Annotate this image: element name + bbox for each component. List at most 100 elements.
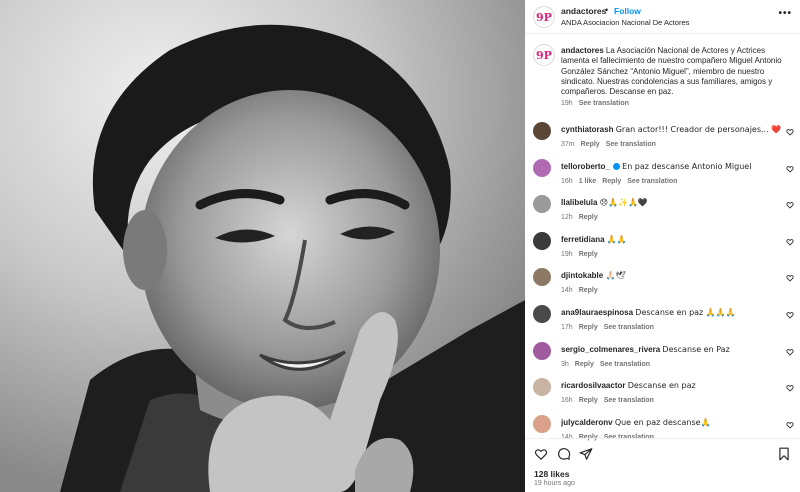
comment-username[interactable]: sergio_colmenares_rivera	[561, 345, 660, 354]
comment-text: Descanse en paz 🙏🙏🙏	[635, 308, 736, 317]
comment-text: Que en paz descanse🙏	[614, 417, 711, 427]
caption-meta: 19h See translation	[561, 100, 629, 107]
paper-plane-icon[interactable]	[579, 447, 593, 461]
comment-meta: 16h 1 like Reply See translation	[561, 178, 677, 185]
see-translation-button[interactable]: See translation	[627, 178, 677, 185]
reply-button[interactable]: Reply	[579, 251, 598, 258]
follow-button[interactable]: Follow	[614, 6, 641, 16]
caption-time: 19h	[561, 100, 573, 107]
comment-row: telloroberto_ En paz descanse Antonio Mi…	[525, 158, 800, 195]
comment-username[interactable]: cynthiatorash	[561, 125, 613, 134]
comment-username[interactable]: ferretidiana	[561, 235, 605, 244]
commenter-avatar[interactable]	[533, 231, 551, 250]
commenter-avatar[interactable]	[533, 268, 551, 287]
commenter-avatar[interactable]	[533, 341, 551, 360]
comment-like-heart-icon[interactable]	[786, 128, 794, 136]
comment-like-heart-icon[interactable]	[786, 238, 794, 246]
comment-content: telloroberto_ En paz descanse Antonio Mi…	[561, 162, 781, 171]
see-translation-button[interactable]: See translation	[604, 397, 654, 404]
reply-button[interactable]: Reply	[579, 287, 598, 294]
comment-bubble-icon[interactable]	[557, 447, 571, 461]
bookmark-icon[interactable]	[777, 447, 791, 461]
comment-likes[interactable]: 1 like	[579, 178, 597, 185]
account-avatar[interactable]: 9P	[533, 6, 555, 28]
reply-button[interactable]: Reply	[579, 214, 598, 221]
post-actions-bar: 128 likes 19 hours ago	[525, 438, 800, 492]
comment-meta: 14h Reply	[561, 287, 598, 294]
comment-meta: 17h Reply See translation	[561, 324, 654, 331]
comment-time: 16h	[561, 177, 573, 185]
see-translation-button[interactable]: See translation	[606, 141, 656, 148]
comment-text: 🙏🙏	[606, 234, 627, 244]
comment-text: 🙏🏻🕊	[605, 271, 626, 281]
reply-button[interactable]: Reply	[575, 361, 594, 368]
see-translation-button[interactable]: See translation	[604, 324, 654, 331]
post-time-ago: 19 hours ago	[534, 480, 575, 487]
comment-content: llalibelula 😞🙏✨🙏🖤	[561, 198, 781, 207]
comment-like-heart-icon[interactable]	[786, 311, 794, 319]
header-username[interactable]: andactores	[561, 6, 606, 16]
comment-username[interactable]: ana9lauraespinosa	[561, 308, 633, 317]
likes-count[interactable]: 128 likes	[534, 469, 569, 479]
post-header: 9P andactores • Follow ANDA Asociacion N…	[525, 0, 800, 34]
comment-like-heart-icon[interactable]	[786, 274, 794, 282]
comment-row: cynthiatorash Gran actor!!! Creador de p…	[525, 122, 800, 158]
reply-button[interactable]: Reply	[581, 141, 600, 148]
caption-avatar[interactable]: 9P	[533, 44, 555, 66]
comment-username[interactable]: llalibelula	[561, 198, 597, 207]
comment-like-heart-icon[interactable]	[786, 421, 794, 429]
see-translation-button[interactable]: See translation	[600, 361, 650, 368]
comment-text: Descanse en Paz	[662, 344, 730, 354]
comment-username[interactable]: julycalderonv	[561, 418, 613, 427]
commenter-avatar[interactable]	[533, 378, 551, 397]
comment-text: Gran actor!!! Creador de personajes... ❤…	[615, 125, 781, 134]
avatar-logo-text: 9P	[536, 48, 552, 62]
commenter-avatar[interactable]	[533, 158, 551, 177]
comment-time: 16h	[561, 397, 573, 405]
comment-meta: 12h Reply	[561, 214, 598, 221]
comment-username[interactable]: ricardosilvaactor	[561, 381, 625, 390]
header-separator: •	[605, 5, 609, 15]
post-image[interactable]	[0, 0, 525, 492]
commenter-avatar[interactable]	[533, 414, 551, 433]
avatar-logo-text: 9P	[536, 10, 552, 24]
comment-content: ana9lauraespinosa Descanse en paz 🙏🙏🙏	[561, 308, 781, 317]
comment-row: djintokable 🙏🏻🕊 14h Reply	[525, 268, 800, 304]
comment-time: 14h	[561, 287, 573, 295]
comment-row: ferretidiana 🙏🙏 19h Reply	[525, 231, 800, 268]
comment-like-heart-icon[interactable]	[786, 348, 794, 356]
comment-row: llalibelula 😞🙏✨🙏🖤 12h Reply	[525, 195, 800, 231]
reply-button[interactable]: Reply	[579, 397, 598, 404]
comment-row: sergio_colmenares_rivera Descanse en Paz…	[525, 341, 800, 378]
commenter-avatar[interactable]	[533, 122, 551, 140]
comment-time: 37m	[561, 141, 575, 148]
comment-meta: 16h Reply See translation	[561, 397, 654, 404]
verified-badge-icon	[612, 162, 620, 170]
comment-meta: 37m Reply See translation	[561, 141, 656, 148]
comment-username[interactable]: djintokable	[561, 271, 603, 280]
post-side-panel: 9P andactores • Follow ANDA Asociacion N…	[525, 0, 800, 492]
reply-button[interactable]: Reply	[579, 324, 598, 331]
heart-outline-icon[interactable]	[534, 447, 548, 461]
comment-text: 😞🙏✨🙏🖤	[599, 198, 648, 208]
comment-content: ricardosilvaactor Descanse en paz	[561, 381, 781, 390]
comment-username[interactable]: telloroberto_	[561, 162, 610, 171]
caption-username[interactable]: andactores	[561, 46, 604, 55]
comment-like-heart-icon[interactable]	[786, 384, 794, 392]
comment-meta: 3h Reply See translation	[561, 361, 650, 368]
comment-content: ferretidiana 🙏🙏	[561, 235, 781, 244]
comment-row: ricardosilvaactor Descanse en paz 16h Repl…	[525, 378, 800, 414]
more-options-icon[interactable]: •••	[778, 8, 792, 19]
post-caption: andactores La Asociación Nacional de Act…	[561, 46, 793, 97]
caption-see-translation[interactable]: See translation	[579, 100, 629, 107]
commenter-avatar[interactable]	[533, 195, 551, 214]
comment-text: En paz descanse Antonio Miguel	[622, 161, 752, 171]
commenter-avatar[interactable]	[533, 305, 551, 323]
reply-button[interactable]: Reply	[602, 178, 621, 185]
comment-time: 19h	[561, 250, 573, 258]
comment-time: 17h	[561, 324, 573, 331]
comment-time: 12h	[561, 214, 573, 222]
comment-like-heart-icon[interactable]	[786, 165, 794, 173]
portrait-illustration	[0, 0, 525, 492]
comment-like-heart-icon[interactable]	[786, 201, 794, 209]
